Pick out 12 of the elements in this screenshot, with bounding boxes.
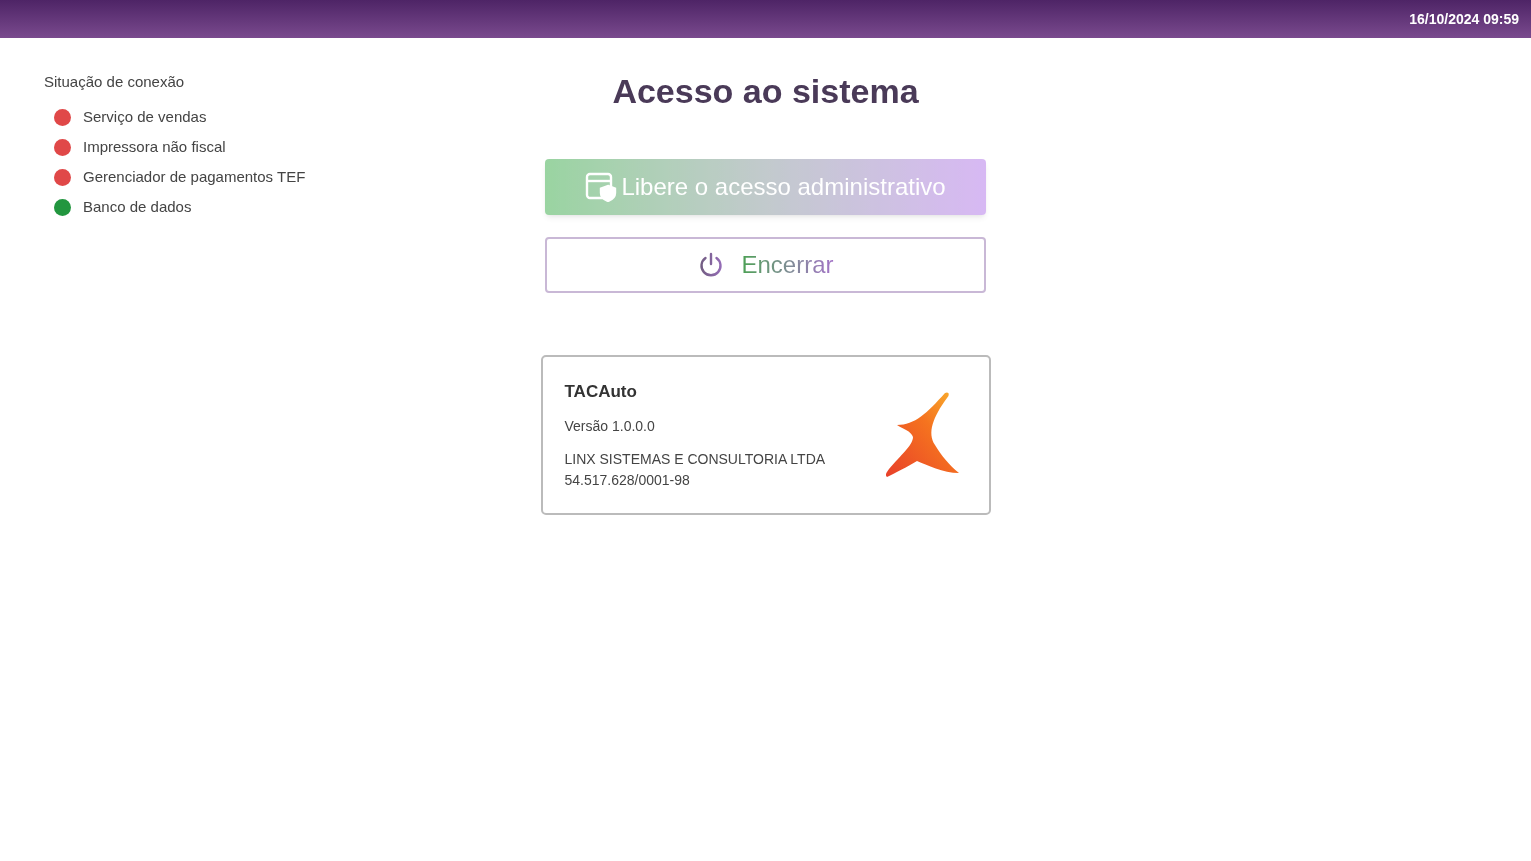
company-name: LINX SISTEMAS E CONSULTORIA LTDA bbox=[564, 450, 826, 470]
section-title: Situação de conexão bbox=[44, 72, 186, 92]
status-label: Gerenciador de pagamentos TEF bbox=[83, 167, 306, 188]
registration-number: 54.517.628/0001-98 bbox=[564, 471, 691, 491]
version-text: Versão 1.0.0.0 bbox=[564, 417, 656, 437]
product-name: TACAuto bbox=[564, 380, 638, 403]
shutdown-button[interactable]: Encerrar bbox=[545, 237, 986, 293]
date-time: 16/10/2024 09:59 bbox=[1409, 9, 1519, 29]
page-title: Acesso ao sistema bbox=[612, 71, 919, 112]
status-label: Serviço de vendas bbox=[83, 107, 207, 128]
status-label: Impressora não fiscal bbox=[83, 137, 226, 158]
status-label: Banco de dados bbox=[83, 197, 192, 218]
